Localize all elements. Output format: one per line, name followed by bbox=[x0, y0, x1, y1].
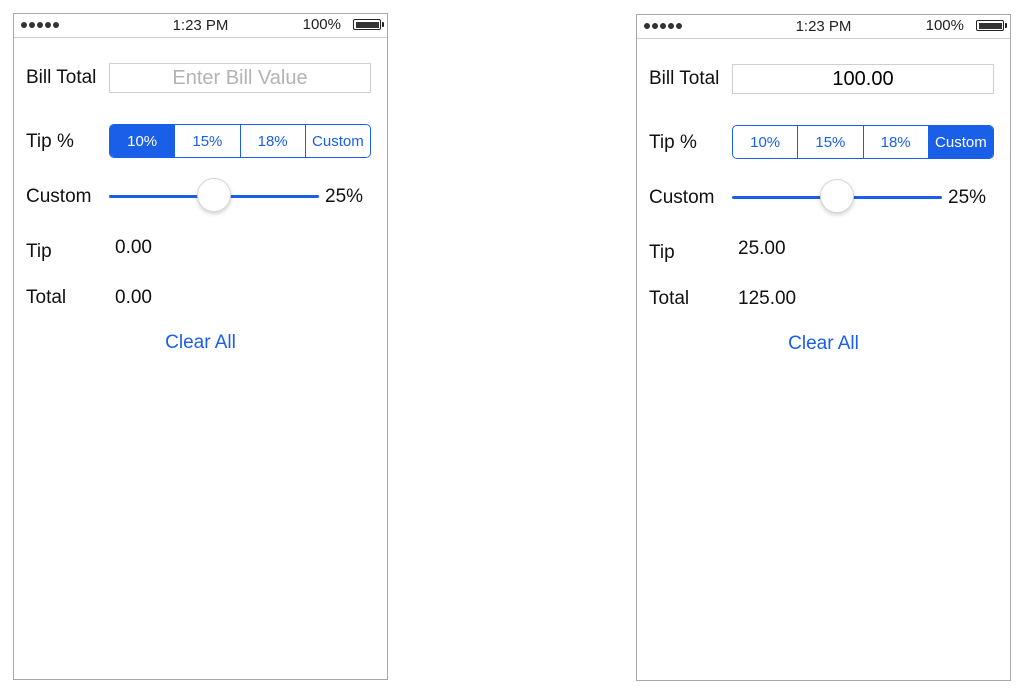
total-label: Total bbox=[26, 287, 67, 308]
tip-segmented-control: 10% 15% 18% Custom bbox=[109, 124, 371, 158]
battery-icon bbox=[353, 19, 384, 30]
tip-option-10[interactable]: 10% bbox=[110, 125, 176, 157]
tip-amount: 25.00 bbox=[738, 238, 786, 259]
total-label: Total bbox=[649, 288, 690, 309]
tip-option-custom[interactable]: Custom bbox=[928, 126, 993, 158]
clear-all-button[interactable]: Clear All bbox=[14, 332, 387, 354]
tip-option-15[interactable]: 15% bbox=[798, 126, 864, 158]
battery-percent: 100% bbox=[925, 17, 964, 34]
tip-segmented-control: 10% 15% 18% Custom bbox=[732, 125, 994, 159]
custom-slider-thumb[interactable] bbox=[197, 178, 231, 212]
clear-all-button[interactable]: Clear All bbox=[637, 333, 1010, 355]
tip-label: Tip bbox=[649, 242, 675, 263]
battery-percent: 100% bbox=[302, 16, 341, 33]
custom-slider-value: 25% bbox=[948, 187, 987, 208]
total-amount: 125.00 bbox=[738, 288, 797, 309]
tip-option-custom[interactable]: Custom bbox=[305, 125, 370, 157]
custom-slider-value: 25% bbox=[325, 186, 364, 207]
status-bar: 1:23 PM 100% bbox=[14, 14, 387, 38]
tip-label: Tip bbox=[26, 241, 52, 262]
tip-option-18[interactable]: 18% bbox=[863, 126, 929, 158]
bill-total-label: Bill Total bbox=[649, 68, 720, 89]
status-bar: 1:23 PM 100% bbox=[637, 15, 1010, 39]
total-amount: 0.00 bbox=[115, 287, 152, 308]
custom-slider-thumb[interactable] bbox=[820, 179, 854, 213]
tip-option-15[interactable]: 15% bbox=[175, 125, 241, 157]
tip-option-18[interactable]: 18% bbox=[240, 125, 306, 157]
bill-total-input[interactable] bbox=[109, 63, 371, 93]
phone-screen-filled: 1:23 PM 100% Bill Total Tip % 10% 15% 18… bbox=[636, 14, 1011, 681]
tip-amount: 0.00 bbox=[115, 237, 152, 258]
bill-total-label: Bill Total bbox=[26, 67, 97, 88]
phone-screen-empty: 1:23 PM 100% Bill Total Tip % 10% 15% 18… bbox=[13, 13, 388, 680]
custom-label: Custom bbox=[26, 186, 92, 207]
custom-label: Custom bbox=[649, 187, 715, 208]
tip-percent-label: Tip % bbox=[26, 131, 74, 152]
tip-option-10[interactable]: 10% bbox=[733, 126, 799, 158]
bill-total-input[interactable] bbox=[732, 64, 994, 94]
tip-percent-label: Tip % bbox=[649, 132, 697, 153]
battery-icon bbox=[976, 20, 1007, 31]
